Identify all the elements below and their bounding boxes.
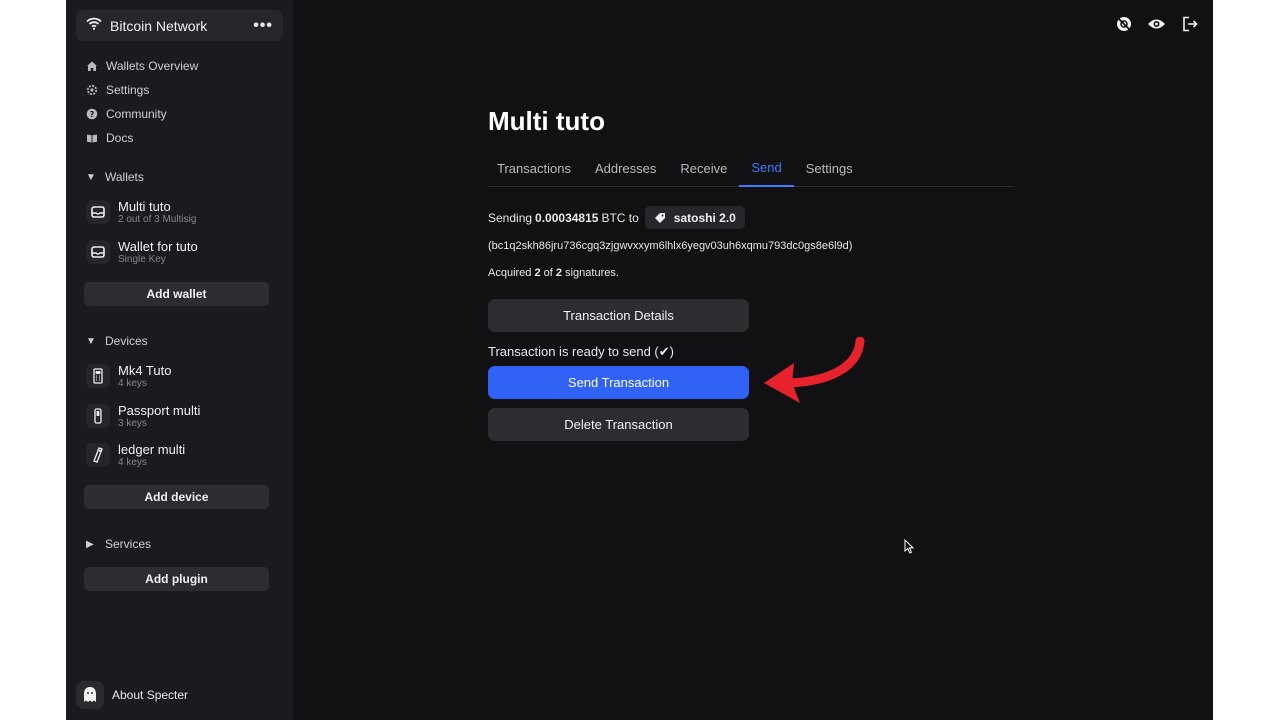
tag-icon: [654, 212, 666, 224]
wallet-name: Wallet for tuto: [118, 238, 198, 254]
about-specter-link[interactable]: About Specter: [76, 681, 188, 709]
device-name: Mk4 Tuto: [118, 362, 172, 378]
signature-status: Acquired 2 of 2 signatures.: [488, 267, 619, 279]
signatures-acquired: 2: [534, 267, 541, 279]
wallet-icon: [86, 200, 110, 224]
device-keys: 4 keys: [118, 456, 147, 468]
help-icon: ?: [86, 108, 98, 120]
sending-summary: Sending 0.00034815 BTC to satoshi 2.0: [488, 206, 745, 229]
signatures-required: 2: [555, 267, 563, 279]
sidebar-item-label: Docs: [106, 131, 134, 145]
wallet-item-multi-tuto[interactable]: Multi tuto 2 out of 3 Multisig: [86, 195, 276, 229]
recipient-label: satoshi 2.0: [673, 210, 736, 225]
signatures-suffix: signatures.: [565, 267, 619, 279]
device-keys: 4 keys: [118, 377, 147, 389]
send-transaction-button[interactable]: Send Transaction: [488, 366, 749, 399]
section-label: Wallets: [105, 170, 144, 184]
caret-down-icon: ▼: [86, 335, 96, 347]
sidebar-item-label: Wallets Overview: [106, 59, 199, 73]
network-label: Bitcoin Network: [110, 17, 208, 34]
tor-off-icon[interactable]: [1114, 14, 1133, 33]
transaction-details-button[interactable]: Transaction Details: [488, 299, 749, 332]
device-item-ledger-multi[interactable]: ledger multi 4 keys: [86, 438, 276, 472]
add-plugin-button[interactable]: Add plugin: [84, 567, 269, 591]
sidebar-item-docs[interactable]: Docs: [86, 126, 198, 150]
tab-settings[interactable]: Settings: [794, 150, 865, 187]
of-text: of: [543, 267, 553, 279]
ghost-logo-icon: [76, 681, 104, 709]
caret-right-icon: ▶: [86, 538, 94, 550]
mouse-cursor-icon: [904, 538, 915, 559]
wallet-item-wallet-for-tuto[interactable]: Wallet for tuto Single Key: [86, 235, 276, 269]
sidebar-item-community[interactable]: ? Community: [86, 102, 198, 126]
send-amount: 0.00034815: [535, 210, 599, 225]
tab-send[interactable]: Send: [739, 150, 794, 187]
recipient-label-chip[interactable]: satoshi 2.0: [644, 206, 745, 229]
sidebar-item-settings[interactable]: Settings: [86, 78, 198, 102]
sidebar-item-label: Community: [106, 107, 167, 121]
tab-addresses[interactable]: Addresses: [583, 150, 668, 187]
wallet-name: Multi tuto: [118, 198, 171, 214]
services-section-toggle[interactable]: ▶ Services: [86, 537, 151, 551]
sending-prefix: Sending: [488, 210, 533, 225]
coldcard-device-icon: [86, 364, 110, 388]
top-toolbar: [1114, 14, 1199, 33]
tab-receive[interactable]: Receive: [668, 150, 739, 187]
home-icon: [86, 60, 98, 72]
app-window: Bitcoin Network ••• Wallets Overview Set…: [66, 0, 1213, 720]
eye-icon[interactable]: [1147, 14, 1166, 33]
add-wallet-button[interactable]: Add wallet: [84, 282, 269, 306]
ledger-device-icon: [86, 443, 110, 467]
network-selector[interactable]: Bitcoin Network •••: [76, 10, 283, 41]
page-title: Multi tuto: [488, 106, 605, 136]
section-label: Devices: [105, 334, 148, 348]
device-keys: 3 keys: [118, 417, 147, 429]
ready-status: Transaction is ready to send (✔): [488, 344, 674, 359]
caret-down-icon: ▼: [86, 171, 96, 183]
wallets-section-toggle[interactable]: ▼ Wallets: [86, 170, 144, 184]
delete-transaction-button[interactable]: Delete Transaction: [488, 408, 749, 441]
device-item-passport-multi[interactable]: Passport multi 3 keys: [86, 399, 276, 433]
wallet-icon: [86, 240, 110, 264]
device-item-mk4-tuto[interactable]: Mk4 Tuto 4 keys: [86, 359, 276, 393]
sidebar: Bitcoin Network ••• Wallets Overview Set…: [66, 0, 293, 720]
book-icon: [86, 132, 98, 144]
sidebar-item-label: Settings: [106, 83, 150, 97]
wifi-icon: [86, 17, 102, 35]
devices-section-toggle[interactable]: ▼ Devices: [86, 334, 148, 348]
add-device-button[interactable]: Add device: [84, 485, 269, 509]
sidebar-item-wallets-overview[interactable]: Wallets Overview: [86, 54, 198, 78]
sidebar-nav: Wallets Overview Settings ? Community Do…: [86, 54, 198, 150]
more-options-icon[interactable]: •••: [253, 17, 273, 34]
passport-device-icon: [86, 404, 110, 428]
tab-transactions[interactable]: Transactions: [488, 150, 583, 187]
device-name: Passport multi: [118, 402, 201, 418]
device-name: ledger multi: [118, 441, 186, 457]
wallet-tabs: Transactions Addresses Receive Send Sett…: [488, 150, 1013, 187]
wallet-type: 2 out of 3 Multisig: [118, 213, 197, 225]
recipient-address: (bc1q2skh86jru736cgq3zjgwvxxym6lhlx6yegv…: [488, 240, 853, 252]
svg-text:?: ?: [90, 110, 95, 119]
annotation-arrow-icon: [760, 336, 870, 422]
logout-icon[interactable]: [1180, 14, 1199, 33]
wallet-type: Single Key: [118, 253, 166, 265]
main-panel: Multi tuto Transactions Addresses Receiv…: [293, 0, 1213, 720]
acquired-prefix: Acquired: [488, 267, 532, 279]
section-label: Services: [105, 537, 152, 551]
send-amount-unit: BTC to: [601, 210, 639, 225]
about-label: About Specter: [112, 688, 189, 702]
gear-icon: [86, 84, 98, 96]
